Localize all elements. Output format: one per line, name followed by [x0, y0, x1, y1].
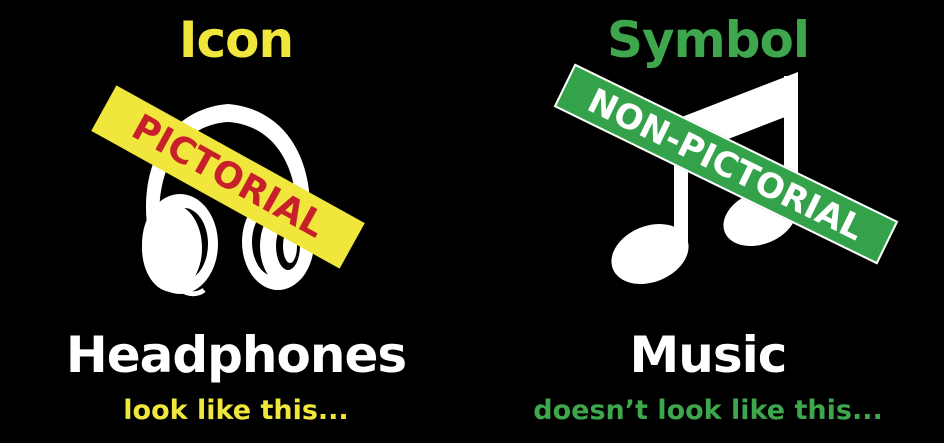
icon-heading: Icon	[178, 11, 294, 69]
headphones-caption: look like this...	[123, 395, 349, 426]
left-ear-cup	[142, 204, 202, 292]
music-label: Music	[629, 326, 788, 384]
headphones-label: Headphones	[65, 326, 407, 384]
music-caption: doesn’t look like this...	[533, 395, 883, 426]
symbol-heading: Symbol	[607, 11, 810, 69]
